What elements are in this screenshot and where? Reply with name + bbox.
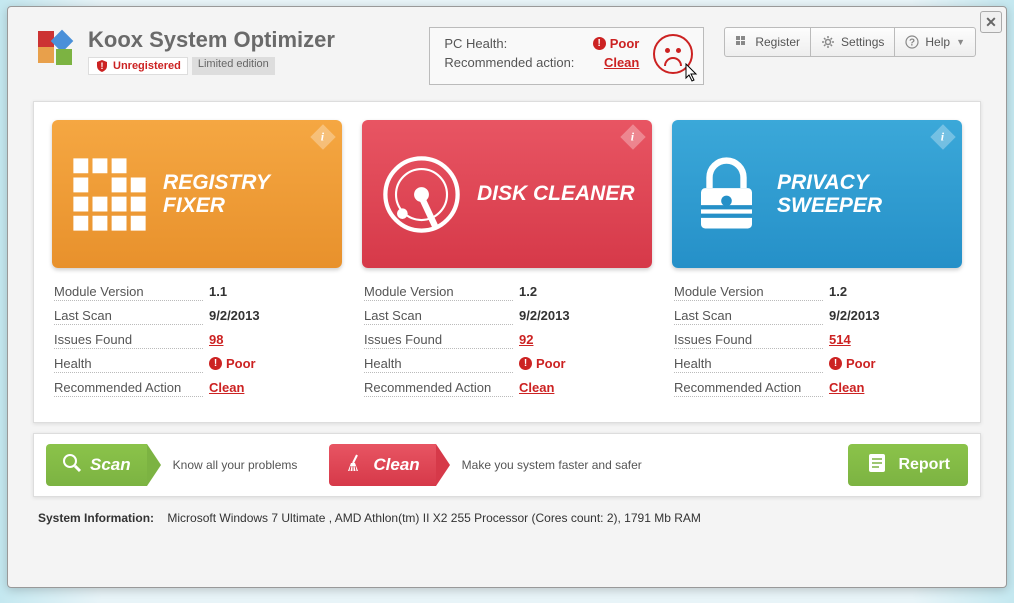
pc-health-value: ! Poor (593, 36, 640, 51)
report-button[interactable]: Report (848, 444, 968, 486)
shield-icon: ! (95, 59, 109, 73)
registry-fixer-card: i REGISTRY FIXER Module Version1.1 Last … (52, 120, 342, 404)
footer: System Information: Microsoft Windows 7 … (8, 497, 1006, 525)
app-window: ✕ Koox System Optimizer ! Unregistered L… (7, 6, 1007, 588)
last-scan: 9/2/2013 (519, 308, 570, 323)
registry-icon (64, 144, 155, 244)
registry-fixer-tile[interactable]: i REGISTRY FIXER (52, 120, 342, 268)
app-title: Koox System Optimizer (88, 27, 335, 53)
svg-text:!: ! (101, 61, 104, 71)
disk-cleaner-card: i DISK CLEANER Module Version1.2 Last Sc… (362, 120, 652, 404)
scan-button[interactable]: Scan (46, 444, 161, 486)
health-status: !Poor (209, 356, 256, 371)
recommended-action[interactable]: Clean (209, 380, 244, 395)
recommended-action[interactable]: Clean (519, 380, 554, 395)
settings-button[interactable]: Settings (810, 27, 895, 57)
limited-badge: Limited edition (192, 57, 275, 75)
chevron-down-icon: ▼ (956, 37, 965, 47)
header: Koox System Optimizer ! Unregistered Lim… (8, 7, 1006, 95)
privacy-sweeper-tile[interactable]: i PRIVACY SWEEPER (672, 120, 962, 268)
toolbar: Register Settings ? Help ▼ (724, 27, 976, 57)
info-icon[interactable]: i (310, 124, 335, 149)
issues-found[interactable]: 98 (209, 332, 223, 347)
close-button[interactable]: ✕ (980, 11, 1002, 33)
actions-bar: Scan Know all your problems Clean Make y… (33, 433, 981, 497)
broom-icon (345, 453, 365, 478)
health-status: !Poor (829, 356, 876, 371)
lock-icon (684, 144, 769, 244)
module-version: 1.2 (519, 284, 537, 299)
danger-icon: ! (209, 357, 222, 370)
card-details: Module Version1.1 Last Scan9/2/2013 Issu… (52, 268, 342, 404)
card-title: DISK CLEANER (477, 182, 635, 205)
clean-button[interactable]: Clean (329, 444, 449, 486)
report-icon (866, 452, 888, 479)
info-icon[interactable]: i (620, 124, 645, 149)
card-title: PRIVACY SWEEPER (777, 171, 950, 217)
card-details: Module Version1.2 Last Scan9/2/2013 Issu… (672, 268, 962, 404)
card-details: Module Version1.2 Last Scan9/2/2013 Issu… (362, 268, 652, 404)
grid-icon (735, 35, 749, 49)
info-icon[interactable]: i (930, 124, 955, 149)
disk-icon (374, 144, 469, 244)
danger-icon: ! (519, 357, 532, 370)
system-info-text: Microsoft Windows 7 Ultimate , AMD Athlo… (167, 511, 701, 525)
main-panel: i REGISTRY FIXER Module Version1.1 Last … (33, 101, 981, 423)
module-version: 1.2 (829, 284, 847, 299)
issues-found[interactable]: 92 (519, 332, 533, 347)
cursor-icon (685, 63, 701, 88)
gear-icon (821, 35, 835, 49)
logo-icon (38, 31, 78, 71)
issues-found[interactable]: 514 (829, 332, 851, 347)
module-version: 1.1 (209, 284, 227, 299)
help-icon: ? (905, 35, 919, 49)
privacy-sweeper-card: i PRIVACY SWEEPER Module Version1.2 Last… (672, 120, 962, 404)
svg-text:?: ? (909, 38, 915, 49)
danger-icon: ! (829, 357, 842, 370)
magnifier-icon (62, 453, 82, 478)
system-info-label: System Information: (38, 511, 154, 525)
recommended-action[interactable]: Clean (829, 380, 864, 395)
clean-description: Make you system faster and safer (462, 458, 642, 472)
help-button[interactable]: ? Help ▼ (894, 27, 976, 57)
logo-area: Koox System Optimizer ! Unregistered Lim… (38, 27, 409, 75)
health-box: PC Health: ! Poor Recommended action: Cl… (429, 27, 704, 85)
register-button[interactable]: Register (724, 27, 811, 57)
recommended-action-label: Recommended action: (444, 55, 574, 70)
danger-icon: ! (593, 37, 606, 50)
last-scan: 9/2/2013 (829, 308, 880, 323)
last-scan: 9/2/2013 (209, 308, 260, 323)
unregistered-badge[interactable]: ! Unregistered (88, 57, 188, 75)
disk-cleaner-tile[interactable]: i DISK CLEANER (362, 120, 652, 268)
pc-health-label: PC Health: (444, 36, 507, 51)
scan-description: Know all your problems (173, 458, 298, 472)
card-title: REGISTRY FIXER (163, 171, 330, 217)
health-status: !Poor (519, 356, 566, 371)
clean-link[interactable]: Clean (604, 55, 639, 70)
